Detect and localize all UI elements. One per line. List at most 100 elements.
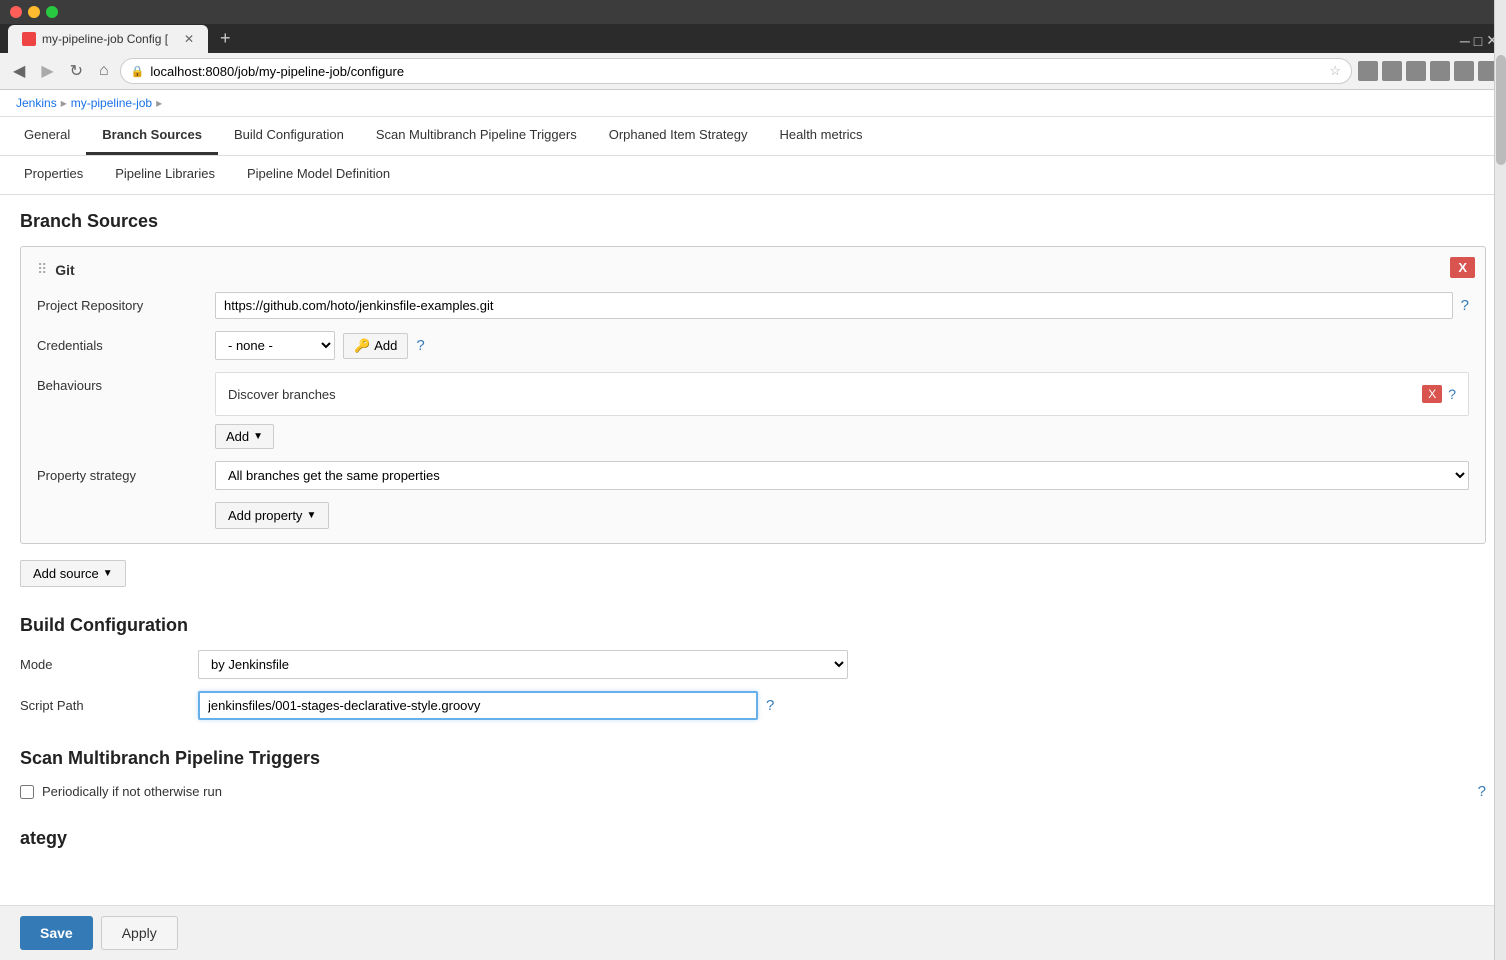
forward-button[interactable]: ▶: [36, 59, 58, 83]
add-property-button[interactable]: Add property ▼: [215, 502, 329, 529]
property-strategy-row: Property strategy All branches get the s…: [37, 461, 1469, 490]
project-repository-input[interactable]: [215, 292, 1453, 319]
script-path-label: Script Path: [20, 698, 190, 713]
tab-close-icon[interactable]: ✕: [184, 32, 194, 46]
tab-orphaned-item-strategy[interactable]: Orphaned Item Strategy: [593, 117, 764, 155]
reload-button[interactable]: ↻: [65, 59, 88, 83]
script-path-help-icon[interactable]: ?: [766, 697, 774, 714]
project-repository-label: Project Repository: [37, 298, 207, 313]
breadcrumb-sep-2: ▸: [156, 96, 162, 110]
add-property-row: Add property ▼: [215, 502, 1469, 529]
config-body: Branch Sources ⠿ Git X Project Repositor…: [0, 195, 1506, 865]
tab-general[interactable]: General: [8, 117, 86, 155]
behaviours-row: Behaviours Discover branches X ?: [37, 372, 1469, 449]
build-configuration-section: Build Configuration Mode by Jenkinsfile …: [20, 615, 1486, 720]
credentials-help-icon[interactable]: ?: [416, 337, 424, 354]
active-browser-tab[interactable]: my-pipeline-job Config [ ✕: [8, 25, 208, 53]
tab-favicon: [22, 32, 36, 46]
remove-git-button[interactable]: X: [1450, 257, 1475, 278]
discover-branches-help-icon[interactable]: ?: [1448, 386, 1456, 402]
tab-bar: my-pipeline-job Config [ ✕ + ─ □ ✕: [0, 24, 1506, 53]
add-cred-label: Add: [374, 338, 397, 353]
tab-health-metrics[interactable]: Health metrics: [763, 117, 878, 155]
orphaned-item-partial-title: ategy: [20, 828, 1486, 849]
branch-sources-section: Branch Sources ⠿ Git X Project Repositor…: [20, 211, 1486, 587]
scrollbar[interactable]: [1494, 0, 1506, 960]
credentials-label: Credentials: [37, 338, 207, 353]
tab-pipeline-libraries[interactable]: Pipeline Libraries: [99, 156, 231, 194]
branch-sources-title: Branch Sources: [20, 211, 1486, 232]
script-path-input[interactable]: [198, 691, 758, 720]
git-card-title: Git: [55, 262, 74, 278]
scan-multibranch-title: Scan Multibranch Pipeline Triggers: [20, 748, 1486, 769]
home-button[interactable]: ⌂: [94, 60, 114, 82]
property-strategy-label: Property strategy: [37, 468, 207, 483]
browser-chrome: [0, 0, 1506, 24]
tab-scan-multibranch[interactable]: Scan Multibranch Pipeline Triggers: [360, 117, 593, 155]
back-button[interactable]: ◀: [8, 59, 30, 83]
breadcrumb-pipeline-job[interactable]: my-pipeline-job: [71, 96, 152, 110]
periodically-label: Periodically if not otherwise run: [42, 784, 222, 799]
build-configuration-title: Build Configuration: [20, 615, 1486, 636]
scrollbar-thumb[interactable]: [1496, 55, 1506, 165]
add-credentials-button[interactable]: 🔑 Add: [343, 333, 408, 359]
browser-toolbar: ◀ ▶ ↻ ⌂ 🔒 ☆: [0, 53, 1506, 90]
add-source-dropdown-icon: ▼: [103, 568, 113, 579]
add-source-button[interactable]: Add source ▼: [20, 560, 126, 587]
tab-build-configuration[interactable]: Build Configuration: [218, 117, 360, 155]
maximize-button[interactable]: □: [1474, 32, 1482, 49]
new-tab-button[interactable]: +: [212, 24, 239, 53]
script-path-row: Script Path ?: [20, 691, 1486, 720]
config-tabs-row2: Properties Pipeline Libraries Pipeline M…: [0, 156, 1506, 195]
credentials-row: Credentials - none - 🔑 Add ?: [37, 331, 1469, 360]
add-source-label: Add source: [33, 566, 99, 581]
url-input[interactable]: [150, 64, 1323, 79]
breadcrumb-jenkins[interactable]: Jenkins: [16, 96, 57, 110]
add-property-dropdown-icon: ▼: [306, 510, 316, 521]
git-card-header: ⠿ Git: [37, 261, 1469, 278]
drag-handle-icon[interactable]: ⠿: [37, 261, 47, 278]
credentials-select[interactable]: - none -: [215, 331, 335, 360]
tab-properties[interactable]: Properties: [8, 156, 99, 194]
mode-select[interactable]: by Jenkinsfile: [198, 650, 848, 679]
periodically-checkbox[interactable]: [20, 785, 34, 799]
scan-multibranch-section: Scan Multibranch Pipeline Triggers Perio…: [20, 748, 1486, 800]
behaviours-box: Discover branches X ?: [215, 372, 1469, 416]
behaviours-label: Behaviours: [37, 372, 207, 393]
address-bar[interactable]: 🔒 ☆: [120, 58, 1352, 84]
config-tabs: General Branch Sources Build Configurati…: [0, 117, 1506, 156]
discover-branches-label: Discover branches: [228, 387, 336, 402]
project-repository-row: Project Repository ?: [37, 292, 1469, 319]
key-icon: 🔑: [354, 338, 370, 354]
orphaned-item-section-partial: ategy: [20, 828, 1486, 849]
property-strategy-select[interactable]: All branches get the same properties: [215, 461, 1469, 490]
browser-ext-icons: [1358, 61, 1498, 81]
apply-button[interactable]: Apply: [101, 916, 178, 950]
mode-row: Mode by Jenkinsfile: [20, 650, 1486, 679]
remove-discover-branches-button[interactable]: X: [1422, 385, 1442, 403]
add-behaviour-label: Add: [226, 429, 249, 444]
git-card: ⠿ Git X Project Repository ? Credentials…: [20, 246, 1486, 544]
periodically-help-icon[interactable]: ?: [1478, 783, 1486, 800]
tab-title: my-pipeline-job Config [: [42, 32, 178, 46]
action-buttons: Save Apply: [0, 905, 1506, 960]
add-behaviour-dropdown-icon: ▼: [253, 431, 263, 442]
mode-label: Mode: [20, 657, 190, 672]
lock-icon: 🔒: [131, 65, 145, 78]
discover-branches-item: Discover branches X ?: [228, 383, 1456, 405]
breadcrumb-sep-1: ▸: [61, 96, 67, 110]
bookmark-icon[interactable]: ☆: [1329, 63, 1341, 79]
save-button[interactable]: Save: [20, 916, 93, 950]
tab-branch-sources[interactable]: Branch Sources: [86, 117, 218, 155]
window-controls[interactable]: ─ □ ✕: [1460, 32, 1498, 53]
add-behaviour-button[interactable]: Add ▼: [215, 424, 274, 449]
behaviours-area: Discover branches X ? Add ▼: [215, 372, 1469, 449]
main-content: General Branch Sources Build Configurati…: [0, 117, 1506, 945]
tab-pipeline-model-definition[interactable]: Pipeline Model Definition: [231, 156, 406, 194]
periodically-row: Periodically if not otherwise run ?: [20, 783, 1486, 800]
browser-window-controls[interactable]: [10, 6, 58, 18]
breadcrumb: Jenkins ▸ my-pipeline-job ▸: [0, 90, 1506, 117]
project-repository-help-icon[interactable]: ?: [1461, 297, 1469, 314]
add-source-area: Add source ▼: [20, 560, 1486, 587]
minimize-button[interactable]: ─: [1460, 32, 1470, 49]
